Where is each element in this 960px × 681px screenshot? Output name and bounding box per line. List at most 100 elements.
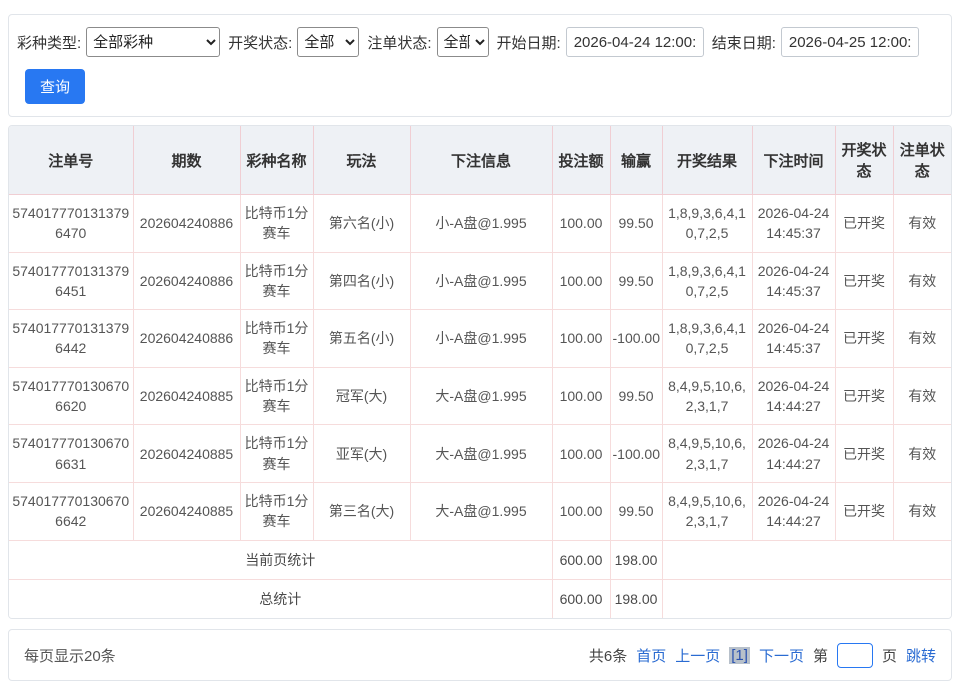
lottery-type-label: 彩种类型: <box>17 32 81 53</box>
table-cell: 大-A盘@1.995 <box>410 482 552 540</box>
table-cell: 202604240886 <box>133 252 240 310</box>
table-cell: 5740177701306706642 <box>9 482 133 540</box>
table-header-row: 注单号期数彩种名称玩法下注信息投注额输赢开奖结果下注时间开奖状态注单状态 <box>9 126 951 195</box>
column-header: 玩法 <box>313 126 410 195</box>
column-header: 注单号 <box>9 126 133 195</box>
column-header: 注单状态 <box>893 126 951 195</box>
summary-bet-total: 600.00 <box>552 540 610 579</box>
total-count-text: 共6条 <box>589 645 627 666</box>
filter-panel: 彩种类型: 全部彩种 开奖状态: 全部 注单状态: 全部 开始日期: 结束日期:… <box>8 14 952 117</box>
table-cell: 202604240886 <box>133 310 240 368</box>
table-cell: 有效 <box>893 195 951 253</box>
query-button[interactable]: 查询 <box>25 69 85 104</box>
next-page-link[interactable]: 下一页 <box>759 645 804 666</box>
table-row: 5740177701306706631202604240885比特币1分赛车亚军… <box>9 425 951 483</box>
summary-row: 总统计600.00198.00 <box>9 579 951 618</box>
table-cell: -100.00 <box>610 310 662 368</box>
column-header: 输赢 <box>610 126 662 195</box>
table-cell: 第三名(大) <box>313 482 410 540</box>
start-date-label: 开始日期: <box>497 32 561 53</box>
prev-page-link[interactable]: 上一页 <box>675 645 720 666</box>
table-cell: 99.50 <box>610 195 662 253</box>
bet-records-table: 注单号期数彩种名称玩法下注信息投注额输赢开奖结果下注时间开奖状态注单状态 574… <box>9 126 951 618</box>
table-cell: 有效 <box>893 310 951 368</box>
summary-label: 总统计 <box>9 579 552 618</box>
end-date-input[interactable] <box>781 27 919 57</box>
table-cell: 100.00 <box>552 195 610 253</box>
table-cell: 202604240886 <box>133 195 240 253</box>
table-cell: 大-A盘@1.995 <box>410 367 552 425</box>
table-cell: 8,4,9,5,10,6,2,3,1,7 <box>662 367 752 425</box>
table-cell: 小-A盘@1.995 <box>410 252 552 310</box>
table-cell: -100.00 <box>610 425 662 483</box>
table-row: 5740177701306706642202604240885比特币1分赛车第三… <box>9 482 951 540</box>
table-cell: 已开奖 <box>835 252 893 310</box>
summary-empty-cell <box>662 579 951 618</box>
table-cell: 已开奖 <box>835 425 893 483</box>
summary-row: 当前页统计600.00198.00 <box>9 540 951 579</box>
table-row: 5740177701313796442202604240886比特币1分赛车第五… <box>9 310 951 368</box>
table-cell: 100.00 <box>552 310 610 368</box>
table-cell: 1,8,9,3,6,4,10,7,2,5 <box>662 252 752 310</box>
table-cell: 5740177701313796451 <box>9 252 133 310</box>
table-cell: 已开奖 <box>835 367 893 425</box>
bet-status-select[interactable]: 全部 <box>437 27 489 57</box>
table-cell: 202604240885 <box>133 425 240 483</box>
jump-button[interactable]: 跳转 <box>906 645 936 666</box>
summary-bet-total: 600.00 <box>552 579 610 618</box>
table-cell: 1,8,9,3,6,4,10,7,2,5 <box>662 195 752 253</box>
table-cell: 5740177701313796442 <box>9 310 133 368</box>
column-header: 投注额 <box>552 126 610 195</box>
table-cell: 100.00 <box>552 425 610 483</box>
table-cell: 已开奖 <box>835 310 893 368</box>
table-cell: 第四名(小) <box>313 252 410 310</box>
pagination: 共6条 首页 上一页 [1] 下一页 第 页 跳转 <box>589 643 936 668</box>
table-cell: 100.00 <box>552 252 610 310</box>
table-cell: 第六名(小) <box>313 195 410 253</box>
table-cell: 2026-04-24 14:45:37 <box>752 195 835 253</box>
summary-empty-cell <box>662 540 951 579</box>
column-header: 下注信息 <box>410 126 552 195</box>
table-cell: 2026-04-24 14:44:27 <box>752 482 835 540</box>
table-cell: 99.50 <box>610 367 662 425</box>
table-cell: 100.00 <box>552 367 610 425</box>
start-date-input[interactable] <box>566 27 704 57</box>
table-cell: 2026-04-24 14:44:27 <box>752 425 835 483</box>
draw-status-select[interactable]: 全部 <box>297 27 359 57</box>
table-cell: 有效 <box>893 482 951 540</box>
page-size-text: 每页显示20条 <box>24 645 116 666</box>
table-cell: 第五名(小) <box>313 310 410 368</box>
table-row: 5740177701306706620202604240885比特币1分赛车冠军… <box>9 367 951 425</box>
table-cell: 有效 <box>893 252 951 310</box>
table-cell: 有效 <box>893 425 951 483</box>
current-page-indicator[interactable]: [1] <box>729 647 750 664</box>
table-cell: 202604240885 <box>133 482 240 540</box>
summary-winloss-total: 198.00 <box>610 540 662 579</box>
table-cell: 有效 <box>893 367 951 425</box>
filter-row: 彩种类型: 全部彩种 开奖状态: 全部 注单状态: 全部 开始日期: 结束日期: <box>17 27 943 57</box>
lottery-type-select[interactable]: 全部彩种 <box>86 27 220 57</box>
table-cell: 100.00 <box>552 482 610 540</box>
table-cell: 99.50 <box>610 482 662 540</box>
table-cell: 99.50 <box>610 252 662 310</box>
column-header: 彩种名称 <box>240 126 313 195</box>
table-cell: 已开奖 <box>835 195 893 253</box>
first-page-link[interactable]: 首页 <box>636 645 666 666</box>
table-cell: 比特币1分赛车 <box>240 310 313 368</box>
table-cell: 已开奖 <box>835 482 893 540</box>
table-cell: 202604240885 <box>133 367 240 425</box>
table-cell: 比特币1分赛车 <box>240 482 313 540</box>
table-cell: 5740177701306706631 <box>9 425 133 483</box>
table-cell: 2026-04-24 14:45:37 <box>752 310 835 368</box>
column-header: 开奖结果 <box>662 126 752 195</box>
summary-winloss-total: 198.00 <box>610 579 662 618</box>
table-row: 5740177701313796470202604240886比特币1分赛车第六… <box>9 195 951 253</box>
table-cell: 比特币1分赛车 <box>240 367 313 425</box>
end-date-label: 结束日期: <box>712 32 776 53</box>
draw-status-label: 开奖状态: <box>228 32 292 53</box>
jump-suffix-text: 页 <box>882 645 897 666</box>
table-cell: 2026-04-24 14:45:37 <box>752 252 835 310</box>
page-jump-input[interactable] <box>837 643 873 668</box>
summary-label: 当前页统计 <box>9 540 552 579</box>
table-cell: 亚军(大) <box>313 425 410 483</box>
